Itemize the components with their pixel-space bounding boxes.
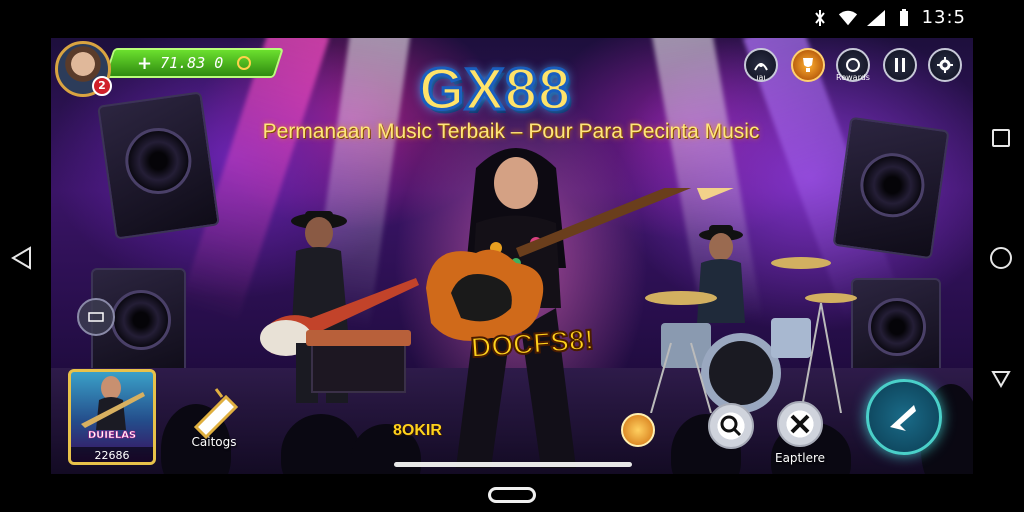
balance-display: + 71.83 0 xyxy=(117,51,257,75)
explore-icon xyxy=(777,401,824,447)
status-time: 13:5 xyxy=(921,7,966,28)
search-icon xyxy=(708,403,754,449)
wifi-icon xyxy=(838,8,858,28)
explore-button[interactable]: Eaptlere xyxy=(775,401,825,465)
hand-coin-icon[interactable] xyxy=(621,413,655,447)
level-badge: 2 xyxy=(92,76,112,96)
drummer xyxy=(645,225,857,413)
catalog-label: Caitogs xyxy=(191,435,237,449)
amp-panel xyxy=(306,330,411,346)
mission-label: ıaı xyxy=(756,73,766,82)
back-button[interactable] xyxy=(10,245,34,271)
vibrate-icon xyxy=(810,8,830,28)
side-menu-button[interactable] xyxy=(77,298,115,336)
trophy-icon[interactable] xyxy=(791,48,825,82)
character-card[interactable]: DUIELAS 22686 xyxy=(68,369,156,465)
rewards-label: Rewards xyxy=(836,73,870,82)
search-button[interactable] xyxy=(708,403,754,449)
card-value: 22686 xyxy=(71,447,153,462)
home-indicator[interactable] xyxy=(394,462,632,467)
coin-icon xyxy=(237,56,252,70)
card-name: DUIELAS xyxy=(87,430,137,442)
settings-icon[interactable] xyxy=(928,48,962,82)
back-button-right[interactable] xyxy=(990,368,1012,390)
center-code: 8OKIR xyxy=(393,422,442,439)
pause-icon[interactable] xyxy=(883,48,917,82)
status-bar: 13:5 xyxy=(0,0,1024,38)
home-button[interactable] xyxy=(990,247,1012,269)
signal-icon xyxy=(866,8,886,28)
explore-label: Eaptlere xyxy=(775,451,826,465)
play-arrow-icon xyxy=(890,405,916,431)
catalog-button[interactable]: Caitogs xyxy=(186,383,242,449)
catalog-icon xyxy=(193,388,239,439)
speaker-left-top xyxy=(97,91,220,240)
recents-button[interactable] xyxy=(992,129,1010,147)
play-button[interactable] xyxy=(866,379,942,455)
card-portrait xyxy=(81,376,145,430)
add-funds-button[interactable]: + xyxy=(137,53,152,74)
game-title: GX88 xyxy=(417,56,572,124)
balance-value: 71.83 0 xyxy=(160,54,224,72)
battery-icon xyxy=(894,8,914,28)
home-pill-button[interactable] xyxy=(488,487,536,503)
game-subtitle: Permanaan Music Terbaik – Pour Para Peci… xyxy=(262,120,760,143)
game-viewport: GX88 Permanaan Music Terbaik – Pour Para… xyxy=(51,38,973,474)
